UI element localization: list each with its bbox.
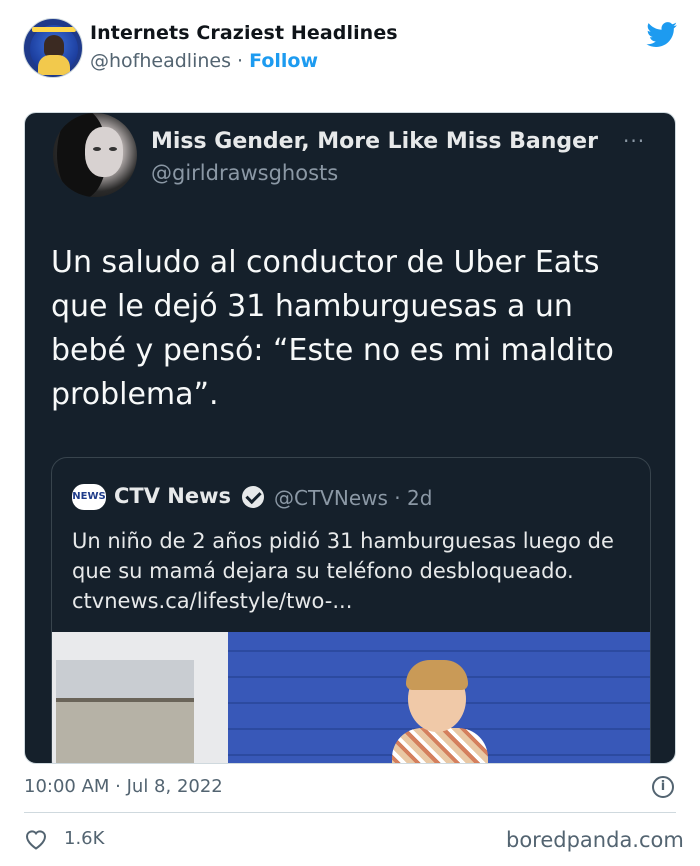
quoted-tweet-photo[interactable]: [52, 632, 650, 763]
handle-separator: ·: [237, 50, 244, 72]
quoted-handle-time[interactable]: @CTVNews · 2d: [274, 486, 432, 510]
author-avatar[interactable]: [23, 18, 83, 78]
info-icon[interactable]: i: [652, 776, 674, 798]
verified-badge-icon: [242, 486, 264, 508]
author-handle[interactable]: @hofheadlines: [90, 50, 231, 72]
embedded-author-handle[interactable]: @girldrawsghosts: [151, 161, 338, 185]
quoted-tweet[interactable]: NEWS CTV News @CTVNews · 2d Un niño de 2…: [51, 457, 651, 763]
follow-button[interactable]: Follow: [249, 50, 318, 72]
tweet-timestamp[interactable]: 10:00 AM · Jul 8, 2022: [24, 776, 223, 797]
watermark: boredpanda.com: [506, 828, 684, 852]
author-handle-row: @hofheadlines · Follow: [90, 50, 318, 72]
like-count: 1.6K: [64, 828, 105, 849]
divider: [24, 812, 676, 813]
embedded-author-avatar[interactable]: [53, 113, 137, 197]
embedded-tweet-text: Un saludo al conductor de Uber Eats que …: [51, 245, 614, 412]
author-name[interactable]: Internets Craziest Headlines: [90, 22, 398, 44]
twitter-bird-icon[interactable]: [646, 22, 678, 48]
heart-icon[interactable]: [24, 828, 48, 850]
ctv-logo-icon: NEWS: [72, 484, 106, 510]
quoted-tweet-text: Un niño de 2 años pidió 31 hamburguesas …: [72, 529, 614, 613]
quoted-author-name[interactable]: CTV News: [114, 484, 231, 508]
embedded-tweet-card[interactable]: Miss Gender, More Like Miss Banger @girl…: [24, 112, 676, 764]
more-icon[interactable]: ···: [623, 129, 645, 153]
embedded-author-name[interactable]: Miss Gender, More Like Miss Banger: [151, 129, 598, 154]
